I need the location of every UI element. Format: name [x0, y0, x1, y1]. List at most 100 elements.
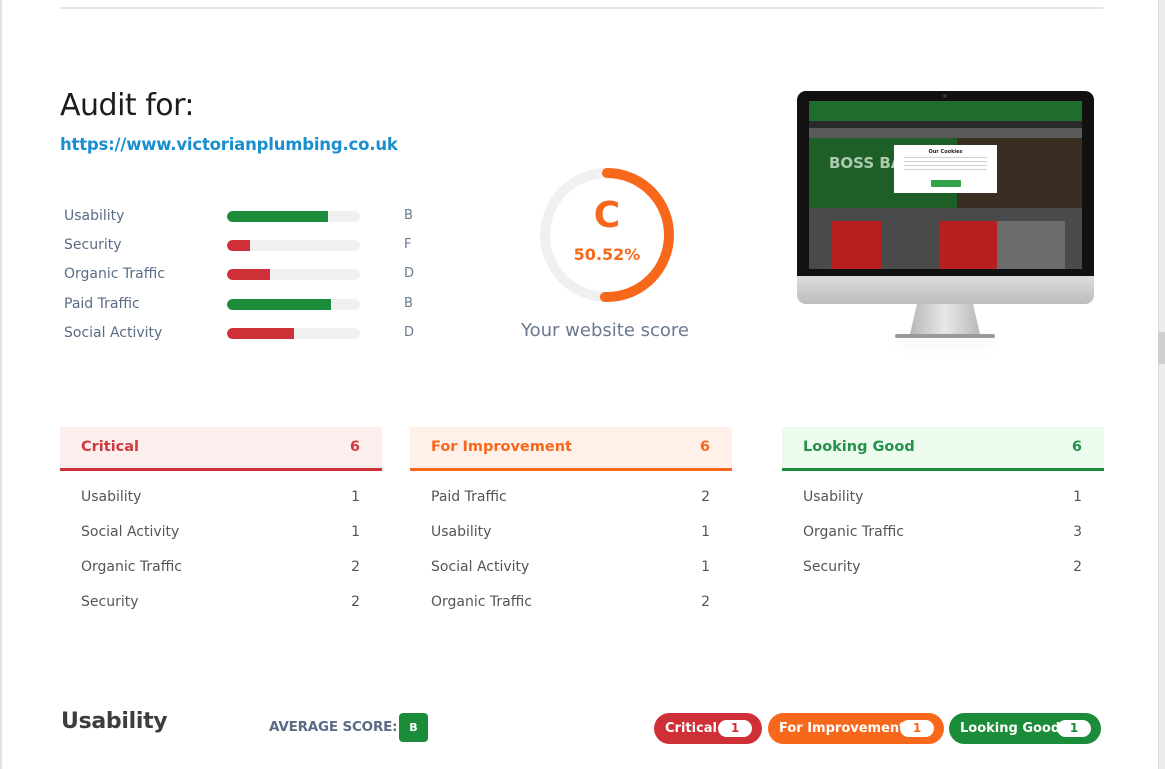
monitor-chin — [797, 276, 1094, 304]
card-count: 6 — [349, 439, 360, 455]
metric-grade: B — [404, 208, 413, 223]
card-title: Looking Good — [803, 439, 915, 455]
list-item: Usability 1 — [60, 476, 382, 511]
pill-count: 1 — [718, 720, 752, 737]
improvement-card: For Improvement 6 Paid Traffic 2 Usabilit… — [410, 427, 732, 616]
average-score-badge: B — [399, 713, 428, 742]
list-item: Paid Traffic 2 — [410, 476, 732, 511]
cookie-dialog: Our Cookies — [894, 145, 997, 193]
list-item-count: 3 — [1073, 524, 1082, 540]
list-item-count: 1 — [701, 524, 710, 540]
list-item-label: Organic Traffic — [803, 524, 904, 540]
metric-label: Security — [64, 237, 122, 254]
card-title: Critical — [81, 439, 140, 455]
score-percent: 50.52% — [573, 245, 641, 264]
website-preview: BOSS BATH Our Cookies — [797, 91, 1094, 361]
cookie-accept-button — [931, 180, 961, 187]
site-promo — [939, 221, 997, 269]
list-item-label: Paid Traffic — [431, 489, 507, 505]
filter-pill-critical[interactable]: Critical 1 — [654, 713, 762, 744]
top-divider — [60, 7, 1103, 9]
metric-row-security: Security F — [64, 234, 424, 263]
card-header: Looking Good 6 — [782, 427, 1104, 471]
site-promo — [997, 221, 1065, 269]
list-item-count: 2 — [701, 489, 710, 505]
metric-progress-fill — [227, 298, 331, 310]
list-item: Social Activity 1 — [410, 546, 732, 581]
list-item-label: Usability — [803, 489, 864, 505]
audit-url-link[interactable]: https://www.victorianplumbing.co.uk — [60, 135, 398, 154]
card-count: 6 — [1071, 439, 1082, 455]
site-promo — [831, 221, 881, 269]
scrollbar[interactable] — [1158, 0, 1165, 769]
list-item-count: 2 — [1073, 559, 1082, 575]
list-item-count: 2 — [701, 594, 710, 610]
list-item-label: Social Activity — [431, 559, 530, 575]
list-item-count: 1 — [1073, 489, 1082, 505]
looking-good-card: Looking Good 6 Usability 1 Organic Traffi… — [782, 427, 1104, 581]
list-item-count: 2 — [351, 559, 360, 575]
score-caption: Your website score — [521, 320, 689, 341]
filter-pill-looking-good[interactable]: Looking Good 1 — [949, 713, 1101, 744]
metric-label: Paid Traffic — [64, 295, 140, 312]
list-item: Usability 1 — [410, 511, 732, 546]
metric-row-usability: Usability B — [64, 205, 424, 234]
metric-progress-track — [227, 211, 360, 222]
pill-label: Looking Good — [960, 721, 1061, 736]
list-item: Security 2 — [782, 546, 1104, 581]
metric-progress-fill — [227, 240, 250, 252]
metric-label: Organic Traffic — [64, 266, 165, 283]
metric-row-paid-traffic: Paid Traffic B — [64, 293, 424, 322]
pill-label: Critical — [665, 721, 718, 736]
list-item-label: Organic Traffic — [431, 594, 532, 610]
list-item-label: Usability — [431, 524, 492, 540]
list-item-label: Usability — [81, 489, 142, 505]
metric-progress-track — [227, 327, 360, 339]
monitor-base — [895, 334, 995, 338]
monitor-stand — [910, 304, 980, 334]
list-item: Usability 1 — [782, 476, 1104, 511]
website-screenshot: BOSS BATH Our Cookies — [809, 101, 1082, 269]
monitor-bezel: BOSS BATH Our Cookies — [797, 91, 1094, 276]
pill-count: 1 — [900, 720, 934, 737]
pill-count: 1 — [1057, 720, 1091, 737]
metric-row-organic-traffic: Organic Traffic D — [64, 263, 424, 292]
metric-progress-fill — [227, 211, 329, 222]
section-title: Usability — [61, 709, 168, 734]
card-title: For Improvement — [431, 439, 572, 455]
list-item: Organic Traffic 2 — [60, 546, 382, 581]
score-grade: C — [593, 195, 621, 236]
list-item-count: 1 — [351, 489, 360, 505]
window-left-edge — [0, 0, 2, 769]
list-item: Social Activity 1 — [60, 511, 382, 546]
metric-grade: B — [404, 295, 413, 311]
metric-label: Usability — [64, 208, 125, 224]
list-item: Organic Traffic 3 — [782, 511, 1104, 546]
metric-progress-track — [227, 298, 360, 310]
filter-pill-improvement[interactable]: For Improvement 1 — [768, 713, 944, 744]
scrollbar-thumb[interactable] — [1158, 332, 1165, 364]
metric-grade: F — [404, 237, 412, 253]
critical-card: Critical 6 Usability 1 Social Activity 1 O… — [60, 427, 382, 616]
cookie-title: Our Cookies — [928, 149, 963, 155]
average-score-label: AVERAGE SCORE: — [269, 719, 398, 735]
metric-row-social-activity: Social Activity D — [64, 322, 424, 351]
metrics-list: Usability B Security F Organic Traffic D… — [64, 205, 424, 351]
metric-progress-track — [227, 240, 360, 252]
site-usp-strip — [809, 128, 1082, 138]
list-item-label: Social Activity — [81, 524, 180, 540]
cookie-text — [904, 157, 987, 171]
score-gauge: C 50.52% — [537, 165, 677, 305]
list-item: Security 2 — [60, 581, 382, 616]
list-item-label: Organic Traffic — [81, 559, 182, 575]
list-item-count: 1 — [701, 559, 710, 575]
list-item-label: Security — [803, 559, 861, 575]
metric-grade: D — [404, 324, 415, 340]
metric-progress-fill — [227, 327, 294, 339]
list-item-label: Security — [81, 594, 139, 610]
site-header — [809, 101, 1082, 121]
pill-label: For Improvement — [779, 721, 906, 736]
site-nav — [809, 121, 1082, 128]
list-item-count: 1 — [351, 524, 360, 540]
audit-title: Audit for: — [60, 88, 195, 123]
